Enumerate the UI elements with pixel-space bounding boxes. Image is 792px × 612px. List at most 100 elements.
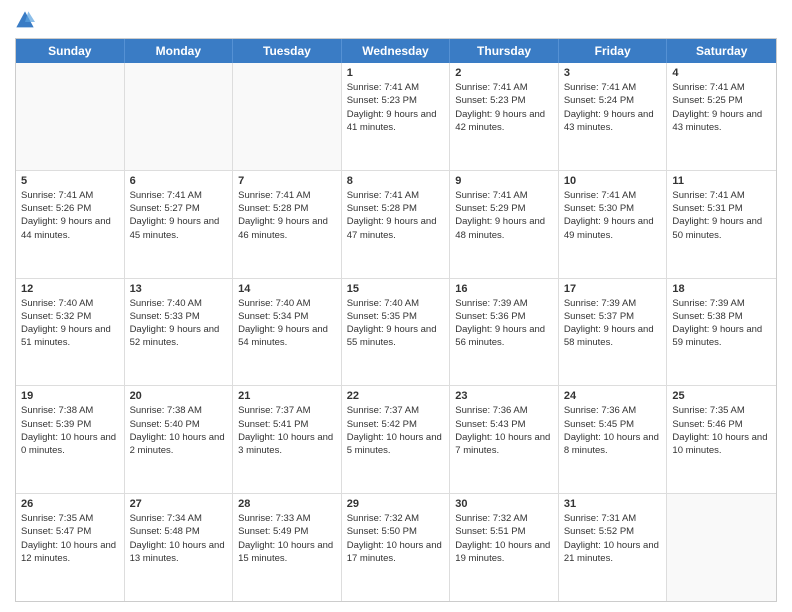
day-number: 30 <box>455 498 553 510</box>
day-number: 25 <box>672 390 771 402</box>
day-info: Sunrise: 7:35 AM Sunset: 5:47 PM Dayligh… <box>21 512 119 565</box>
calendar-cell: 18Sunrise: 7:39 AM Sunset: 5:38 PM Dayli… <box>667 279 776 386</box>
day-number: 12 <box>21 283 119 295</box>
day-number: 22 <box>347 390 445 402</box>
day-info: Sunrise: 7:39 AM Sunset: 5:38 PM Dayligh… <box>672 297 771 350</box>
day-info: Sunrise: 7:41 AM Sunset: 5:31 PM Dayligh… <box>672 189 771 242</box>
calendar-cell: 9 Sunrise: 7:41 AM Sunset: 5:29 PM Daylig… <box>450 171 559 278</box>
calendar-cell: 26 Sunrise: 7:35 AM Sunset: 5:47 PM Dayli… <box>16 494 125 601</box>
day-number: 23 <box>455 390 553 402</box>
day-number: 28 <box>238 498 336 510</box>
day-number: 7 <box>238 175 336 187</box>
day-number: 8 <box>347 175 445 187</box>
day-info: Sunrise: 7:32 AM Sunset: 5:51 PM Dayligh… <box>455 512 553 565</box>
calendar-cell <box>233 63 342 170</box>
weekday-header: Wednesday <box>342 39 451 63</box>
day-info: Sunrise: 7:41 AM Sunset: 5:23 PM Dayligh… <box>455 81 553 134</box>
day-number: 19 <box>21 390 119 402</box>
calendar-body: 1 Sunrise: 7:41 AM Sunset: 5:23 PM Daylig… <box>16 63 776 601</box>
calendar-cell: 7Sunrise: 7:41 AM Sunset: 5:28 PM Daylig… <box>233 171 342 278</box>
calendar-cell: 16 Sunrise: 7:39 AM Sunset: 5:36 PM Dayli… <box>450 279 559 386</box>
day-info: Sunrise: 7:41 AM Sunset: 5:25 PM Dayligh… <box>672 81 771 134</box>
day-number: 9 <box>455 175 553 187</box>
calendar-cell: 27 Sunrise: 7:34 AM Sunset: 5:48 PM Dayli… <box>125 494 234 601</box>
calendar-cell: 4 Sunrise: 7:41 AM Sunset: 5:25 PM Daylig… <box>667 63 776 170</box>
day-info: Sunrise: 7:41 AM Sunset: 5:27 PM Dayligh… <box>130 189 228 242</box>
day-number: 1 <box>347 67 445 79</box>
calendar-cell: 8 Sunrise: 7:41 AM Sunset: 5:28 PM Daylig… <box>342 171 451 278</box>
logo <box>15 10 39 30</box>
day-number: 26 <box>21 498 119 510</box>
day-number: 17 <box>564 283 662 295</box>
calendar-cell: 11 Sunrise: 7:41 AM Sunset: 5:31 PM Dayli… <box>667 171 776 278</box>
calendar-cell: 3 Sunrise: 7:41 AM Sunset: 5:24 PM Daylig… <box>559 63 668 170</box>
calendar-row: 12 Sunrise: 7:40 AM Sunset: 5:32 PM Dayli… <box>16 279 776 387</box>
calendar-cell: 25 Sunrise: 7:35 AM Sunset: 5:46 PM Dayli… <box>667 386 776 493</box>
calendar-cell: 22Sunrise: 7:37 AM Sunset: 5:42 PM Dayli… <box>342 386 451 493</box>
day-info: Sunrise: 7:40 AM Sunset: 5:33 PM Dayligh… <box>130 297 228 350</box>
calendar-row: 5 Sunrise: 7:41 AM Sunset: 5:26 PM Daylig… <box>16 171 776 279</box>
day-info: Sunrise: 7:41 AM Sunset: 5:28 PM Dayligh… <box>347 189 445 242</box>
calendar-row: 19 Sunrise: 7:38 AM Sunset: 5:39 PM Dayli… <box>16 386 776 494</box>
day-info: Sunrise: 7:40 AM Sunset: 5:35 PM Dayligh… <box>347 297 445 350</box>
day-info: Sunrise: 7:41 AM Sunset: 5:26 PM Dayligh… <box>21 189 119 242</box>
day-info: Sunrise: 7:31 AM Sunset: 5:52 PM Dayligh… <box>564 512 662 565</box>
header <box>15 10 777 30</box>
day-number: 14 <box>238 283 336 295</box>
weekday-header: Saturday <box>667 39 776 63</box>
day-number: 29 <box>347 498 445 510</box>
calendar-cell: 12 Sunrise: 7:40 AM Sunset: 5:32 PM Dayli… <box>16 279 125 386</box>
calendar-cell: 1 Sunrise: 7:41 AM Sunset: 5:23 PM Daylig… <box>342 63 451 170</box>
day-info: Sunrise: 7:37 AM Sunset: 5:41 PM Dayligh… <box>238 404 336 457</box>
day-info: Sunrise: 7:41 AM Sunset: 5:24 PM Dayligh… <box>564 81 662 134</box>
calendar-cell: 29 Sunrise: 7:32 AM Sunset: 5:50 PM Dayli… <box>342 494 451 601</box>
weekday-header: Friday <box>559 39 668 63</box>
calendar-cell: 28 Sunrise: 7:33 AM Sunset: 5:49 PM Dayli… <box>233 494 342 601</box>
day-number: 27 <box>130 498 228 510</box>
day-number: 31 <box>564 498 662 510</box>
day-info: Sunrise: 7:32 AM Sunset: 5:50 PM Dayligh… <box>347 512 445 565</box>
logo-icon <box>15 10 35 30</box>
day-number: 4 <box>672 67 771 79</box>
day-info: Sunrise: 7:36 AM Sunset: 5:43 PM Dayligh… <box>455 404 553 457</box>
day-info: Sunrise: 7:41 AM Sunset: 5:29 PM Dayligh… <box>455 189 553 242</box>
calendar-cell: 13Sunrise: 7:40 AM Sunset: 5:33 PM Dayli… <box>125 279 234 386</box>
day-info: Sunrise: 7:39 AM Sunset: 5:36 PM Dayligh… <box>455 297 553 350</box>
calendar-cell: 6Sunrise: 7:41 AM Sunset: 5:27 PM Daylig… <box>125 171 234 278</box>
day-info: Sunrise: 7:38 AM Sunset: 5:39 PM Dayligh… <box>21 404 119 457</box>
day-number: 11 <box>672 175 771 187</box>
calendar-cell: 10Sunrise: 7:41 AM Sunset: 5:30 PM Dayli… <box>559 171 668 278</box>
day-info: Sunrise: 7:41 AM Sunset: 5:30 PM Dayligh… <box>564 189 662 242</box>
calendar-cell: 2Sunrise: 7:41 AM Sunset: 5:23 PM Daylig… <box>450 63 559 170</box>
day-info: Sunrise: 7:39 AM Sunset: 5:37 PM Dayligh… <box>564 297 662 350</box>
calendar-row: 1 Sunrise: 7:41 AM Sunset: 5:23 PM Daylig… <box>16 63 776 171</box>
day-info: Sunrise: 7:40 AM Sunset: 5:32 PM Dayligh… <box>21 297 119 350</box>
calendar-cell: 20 Sunrise: 7:38 AM Sunset: 5:40 PM Dayli… <box>125 386 234 493</box>
day-info: Sunrise: 7:36 AM Sunset: 5:45 PM Dayligh… <box>564 404 662 457</box>
day-info: Sunrise: 7:41 AM Sunset: 5:23 PM Dayligh… <box>347 81 445 134</box>
calendar-cell <box>667 494 776 601</box>
calendar-cell: 31 Sunrise: 7:31 AM Sunset: 5:52 PM Dayli… <box>559 494 668 601</box>
calendar-cell: 21 Sunrise: 7:37 AM Sunset: 5:41 PM Dayli… <box>233 386 342 493</box>
day-number: 16 <box>455 283 553 295</box>
calendar: SundayMondayTuesdayWednesdayThursdayFrid… <box>15 38 777 602</box>
day-info: Sunrise: 7:35 AM Sunset: 5:46 PM Dayligh… <box>672 404 771 457</box>
day-number: 15 <box>347 283 445 295</box>
weekday-header: Monday <box>125 39 234 63</box>
calendar-cell <box>125 63 234 170</box>
day-number: 24 <box>564 390 662 402</box>
calendar-cell: 23 Sunrise: 7:36 AM Sunset: 5:43 PM Dayli… <box>450 386 559 493</box>
day-info: Sunrise: 7:33 AM Sunset: 5:49 PM Dayligh… <box>238 512 336 565</box>
day-info: Sunrise: 7:38 AM Sunset: 5:40 PM Dayligh… <box>130 404 228 457</box>
day-number: 20 <box>130 390 228 402</box>
day-number: 3 <box>564 67 662 79</box>
calendar-cell: 30 Sunrise: 7:32 AM Sunset: 5:51 PM Dayli… <box>450 494 559 601</box>
calendar-cell <box>16 63 125 170</box>
day-number: 21 <box>238 390 336 402</box>
day-info: Sunrise: 7:34 AM Sunset: 5:48 PM Dayligh… <box>130 512 228 565</box>
day-number: 5 <box>21 175 119 187</box>
calendar-cell: 15 Sunrise: 7:40 AM Sunset: 5:35 PM Dayli… <box>342 279 451 386</box>
weekday-header: Thursday <box>450 39 559 63</box>
calendar-cell: 24 Sunrise: 7:36 AM Sunset: 5:45 PM Dayli… <box>559 386 668 493</box>
weekday-header: Sunday <box>16 39 125 63</box>
